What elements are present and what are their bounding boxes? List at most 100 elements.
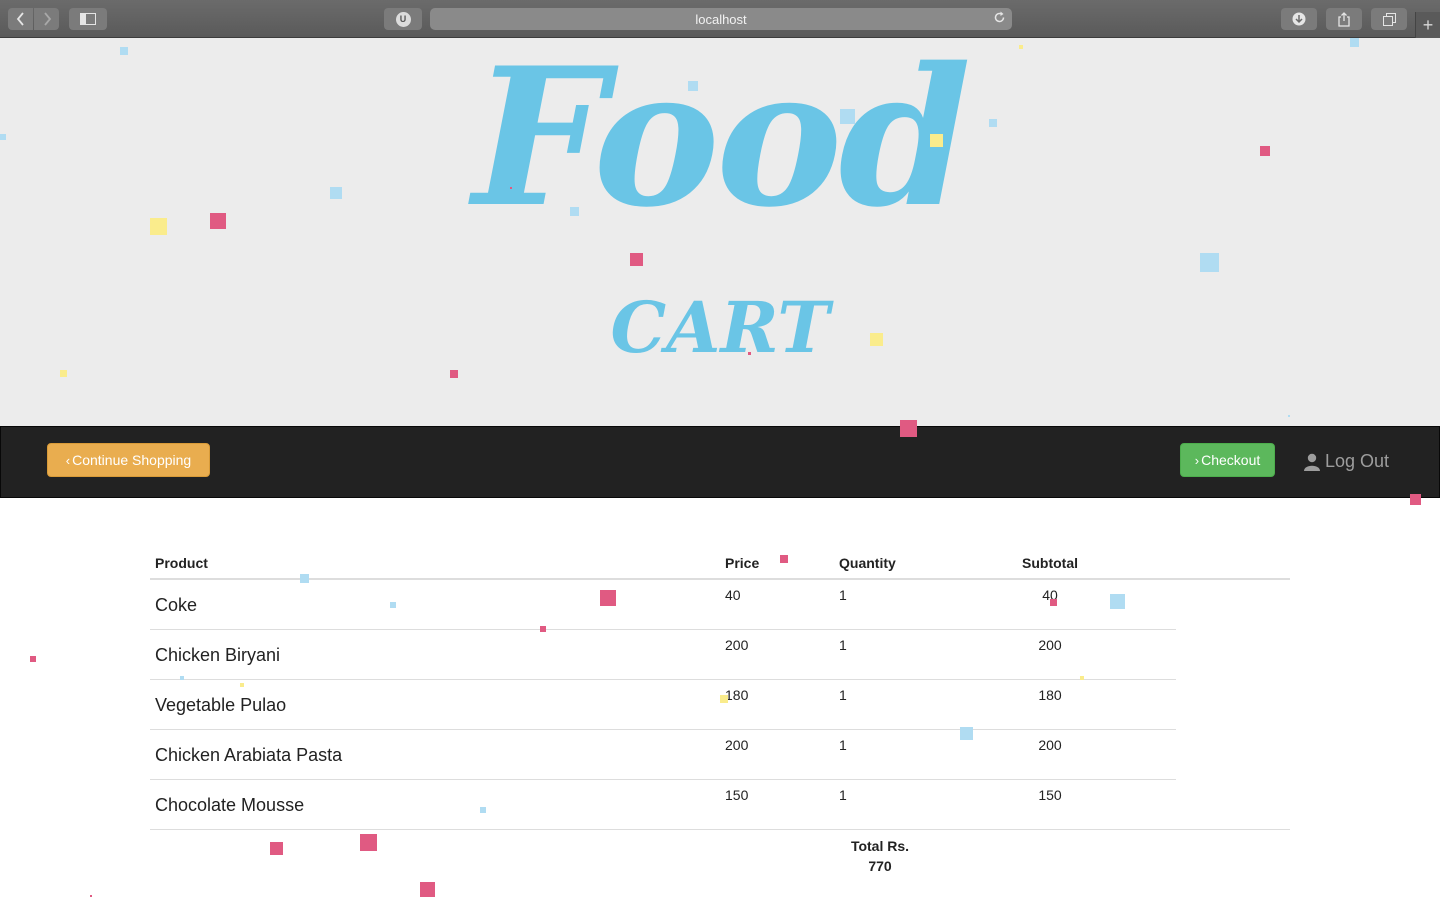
continue-shopping-button[interactable]: ‹ Continue Shopping [47, 443, 210, 477]
confetti-square [420, 882, 435, 897]
confetti-square [1050, 599, 1057, 606]
table-row: Vegetable Pulao 180 1 180 [150, 680, 1176, 730]
confetti-square [630, 253, 643, 266]
reload-icon[interactable] [993, 11, 1006, 27]
confetti-square [960, 727, 973, 740]
product-subtotal: 180 [1038, 687, 1062, 703]
extension-icon: U [395, 11, 411, 27]
table-header: Product Price Quantity Subtotal [150, 540, 1290, 580]
logout-label: Log Out [1325, 451, 1390, 471]
product-subtotal: 200 [1038, 637, 1062, 653]
confetti-square [870, 333, 883, 346]
product-price: 200 [725, 737, 749, 753]
table-row: Chocolate Mousse 150 1 150 [150, 780, 1290, 830]
confetti-square [1410, 494, 1421, 505]
product-quantity: 1 [839, 687, 847, 703]
continue-shopping-label: Continue Shopping [72, 452, 192, 468]
confetti-square [540, 626, 546, 632]
hero-banner: Food CART [0, 38, 1440, 426]
product-price: 200 [725, 637, 749, 653]
column-header-price: Price [725, 555, 760, 571]
total-label: Total Rs. [850, 838, 910, 854]
confetti-square [60, 370, 67, 377]
confetti-square [270, 842, 283, 855]
column-header-quantity: Quantity [839, 555, 896, 571]
confetti-square [120, 47, 128, 55]
confetti-square [1260, 146, 1270, 156]
column-header-subtotal: Subtotal [1022, 555, 1078, 571]
back-button[interactable] [8, 8, 33, 30]
confetti-square [720, 695, 728, 703]
confetti-square [360, 834, 377, 851]
confetti-square [30, 656, 36, 662]
product-quantity: 1 [839, 737, 847, 753]
chevron-right-icon [43, 12, 51, 26]
confetti-square [1080, 676, 1084, 680]
share-icon [1338, 11, 1350, 27]
product-name: Chicken Arabiata Pasta [155, 745, 343, 765]
confetti-square [570, 207, 579, 216]
tab-overview-button[interactable] [1371, 8, 1407, 30]
table-row: Chicken Arabiata Pasta 200 1 200 [150, 730, 1176, 780]
product-price: 180 [725, 687, 749, 703]
confetti-square [1200, 253, 1219, 272]
confetti-square [930, 134, 943, 147]
confetti-square [480, 807, 486, 813]
chevron-right-icon: › [1194, 452, 1200, 468]
chevron-left-icon [16, 12, 24, 26]
user-icon [1304, 453, 1320, 471]
new-tab-button[interactable]: + [1415, 12, 1440, 38]
product-quantity: 1 [839, 787, 847, 803]
confetti-square [1350, 38, 1359, 47]
logout-link[interactable]: Log Out [1303, 451, 1389, 472]
confetti-square [780, 555, 788, 563]
tabs-icon [1382, 12, 1396, 26]
confetti-square [0, 134, 6, 140]
product-price: 150 [725, 787, 749, 803]
confetti-square [1288, 415, 1290, 417]
confetti-square [688, 81, 698, 91]
browser-toolbar: U localhost + [0, 0, 1440, 38]
product-subtotal: 200 [1038, 737, 1062, 753]
confetti-square [1019, 45, 1023, 49]
sidebar-icon [80, 13, 96, 25]
address-bar[interactable]: localhost [430, 8, 1012, 30]
confetti-square [180, 676, 184, 680]
product-name: Coke [155, 595, 198, 615]
product-quantity: 1 [839, 587, 847, 603]
product-quantity: 1 [839, 637, 847, 653]
confetti-square [748, 352, 751, 355]
product-price: 40 [725, 587, 741, 603]
confetti-square [900, 420, 917, 437]
downloads-button[interactable] [1281, 8, 1317, 30]
confetti-square [600, 590, 616, 606]
confetti-square [90, 895, 92, 897]
total-value: 770 [868, 858, 892, 874]
confetti-square [989, 119, 997, 127]
download-icon [1292, 12, 1306, 26]
hero-subtitle: CART [610, 286, 830, 369]
hero-title: Food [472, 38, 972, 249]
cart-total: Total Rs. 770 [830, 836, 930, 876]
product-name: Vegetable Pulao [155, 695, 287, 715]
url-text: localhost [695, 11, 747, 27]
confetti-square [840, 109, 855, 124]
confetti-square [240, 683, 244, 687]
confetti-square [300, 574, 309, 583]
confetti-square [330, 187, 342, 199]
checkout-label: Checkout [1201, 452, 1261, 468]
checkout-button[interactable]: › Checkout [1180, 443, 1275, 477]
forward-button[interactable] [34, 8, 59, 30]
table-row: Chicken Biryani 200 1 200 [150, 630, 1176, 680]
confetti-square [1110, 594, 1125, 609]
confetti-square [150, 218, 167, 235]
chevron-left-icon: ‹ [65, 452, 71, 468]
product-name: Chicken Biryani [155, 645, 281, 665]
sidebar-toggle-button[interactable] [69, 8, 107, 30]
extension-button[interactable]: U [384, 8, 422, 30]
column-header-product: Product [155, 555, 208, 571]
product-name: Chocolate Mousse [155, 795, 305, 815]
cart-table: Product Price Quantity Subtotal Coke 40 … [150, 540, 1290, 874]
table-row: Coke 40 1 40 [150, 580, 1176, 630]
share-button[interactable] [1326, 8, 1362, 30]
